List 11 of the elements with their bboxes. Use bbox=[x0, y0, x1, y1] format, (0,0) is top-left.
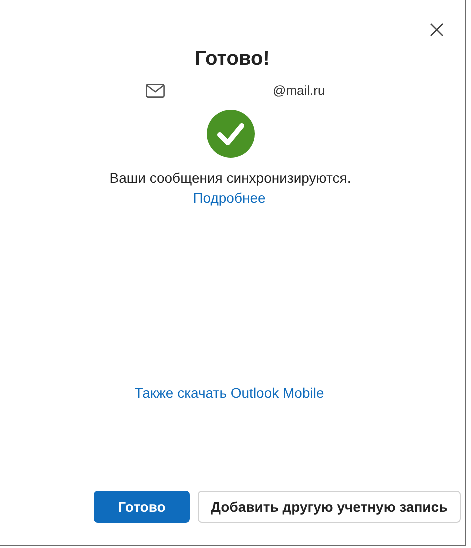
close-icon bbox=[430, 23, 444, 37]
success-check-icon bbox=[206, 110, 254, 158]
email-address: @mail.ru bbox=[273, 82, 326, 100]
add-account-button[interactable]: Добавить другую учетную запись bbox=[198, 491, 461, 523]
close-button[interactable] bbox=[429, 22, 445, 38]
download-mobile-link[interactable]: Также скачать Outlook Mobile bbox=[134, 383, 324, 403]
details-link[interactable]: Подробнее bbox=[193, 188, 266, 208]
done-button[interactable]: Готово bbox=[94, 491, 190, 523]
sync-message: Ваши сообщения синхронизируются. bbox=[110, 169, 352, 188]
envelope-icon bbox=[146, 84, 165, 98]
dialog-title: Готово! bbox=[195, 47, 270, 72]
